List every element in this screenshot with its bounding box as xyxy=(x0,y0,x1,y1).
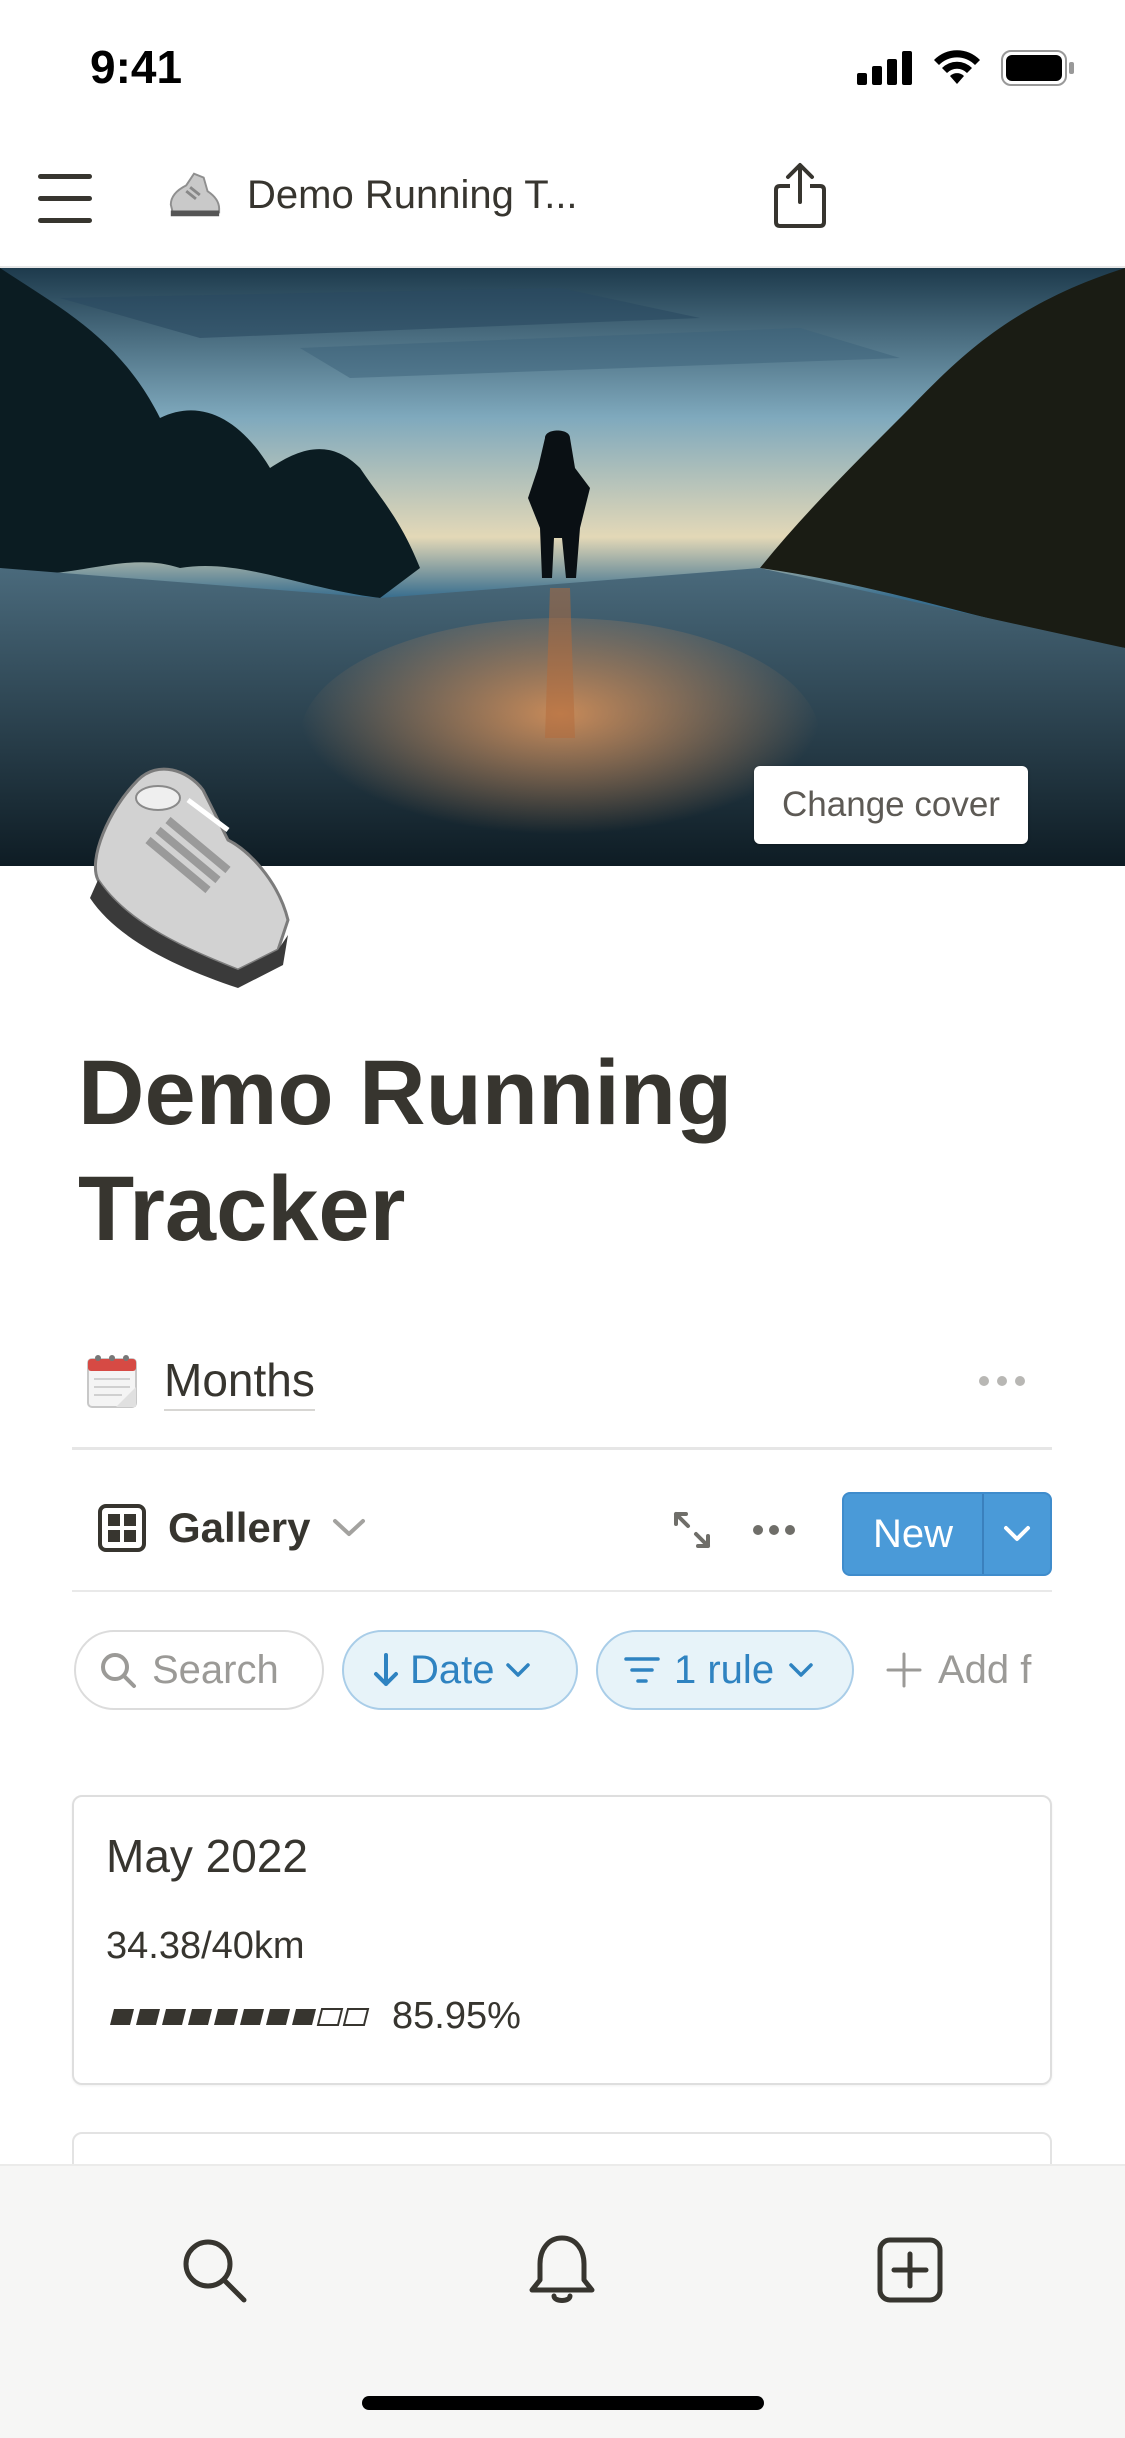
home-indicator xyxy=(362,2396,764,2410)
new-page-icon[interactable] xyxy=(870,2230,950,2310)
chevron-down-icon xyxy=(1004,1526,1030,1541)
chevron-down-icon xyxy=(333,1519,366,1536)
search-icon xyxy=(101,1653,136,1688)
progress-block xyxy=(110,2008,134,2025)
view-label: Gallery xyxy=(168,1504,311,1551)
database-title[interactable]: Months xyxy=(164,1353,315,1411)
filter-rule-chip[interactable]: 1 rule xyxy=(596,1630,854,1710)
card-title: May 2022 xyxy=(106,1830,309,1882)
signal-icon xyxy=(857,51,912,85)
progress-block xyxy=(266,2008,290,2025)
status-icons xyxy=(857,50,1075,86)
plus-icon xyxy=(886,1652,922,1688)
nav-page-title: Demo Running T... xyxy=(247,172,578,217)
running-shoe-icon xyxy=(169,172,221,217)
card-distance: 34.38/40km xyxy=(106,1925,305,1967)
chevron-down-icon xyxy=(789,1663,813,1677)
wifi-icon xyxy=(934,50,980,84)
nav-page-breadcrumb[interactable]: Demo Running T... xyxy=(165,166,578,224)
battery-icon xyxy=(1001,50,1074,86)
progress-block xyxy=(136,2008,160,2025)
more-options-icon[interactable] xyxy=(978,1375,1026,1387)
progress-block xyxy=(240,2008,264,2025)
running-shoe-icon[interactable] xyxy=(78,750,303,990)
top-nav: Demo Running T... xyxy=(0,132,1125,268)
new-button-label[interactable]: New xyxy=(844,1494,984,1574)
database-header: Months xyxy=(72,1335,1052,1450)
progress-block xyxy=(188,2008,212,2025)
progress-block xyxy=(214,2008,238,2025)
progress-block xyxy=(342,2007,370,2026)
view-bar: Gallery New xyxy=(72,1450,1052,1592)
expand-icon[interactable] xyxy=(672,1510,712,1550)
add-filter-chip[interactable]: Add f xyxy=(886,1630,1054,1710)
card-progress-text: 85.95% xyxy=(392,1995,521,2037)
filter-bar: Search Date 1 rule Add f xyxy=(74,1630,1054,1714)
progress-block xyxy=(292,2008,316,2025)
view-switcher[interactable]: Gallery xyxy=(98,1504,366,1552)
new-dropdown-button[interactable] xyxy=(984,1494,1050,1574)
bell-icon[interactable] xyxy=(522,2230,602,2310)
filter-rule-chip-label: 1 rule xyxy=(674,1647,775,1692)
new-button[interactable]: New xyxy=(842,1492,1052,1576)
add-filter-label: Add f xyxy=(938,1647,1032,1692)
search-chip[interactable]: Search xyxy=(74,1630,324,1710)
more-options-icon[interactable] xyxy=(752,1524,796,1536)
search-chip-label: Search xyxy=(152,1647,279,1692)
share-icon[interactable] xyxy=(770,160,830,230)
filter-icon xyxy=(624,1657,660,1683)
sort-chip[interactable]: Date xyxy=(342,1630,578,1710)
menu-icon[interactable] xyxy=(36,172,96,226)
page-title[interactable]: Demo Running Tracker xyxy=(78,1035,978,1267)
status-bar: 9:41 xyxy=(0,0,1125,132)
status-time: 9:41 xyxy=(90,41,183,93)
gallery-icon xyxy=(98,1504,146,1552)
chevron-down-icon xyxy=(505,1663,530,1677)
sort-chip-label: Date xyxy=(410,1647,495,1692)
progress-block xyxy=(162,2008,186,2025)
change-cover-button[interactable]: Change cover xyxy=(754,766,1028,844)
gallery-card[interactable]: May 2022 34.38/40km 85.95% xyxy=(72,1795,1052,2085)
calendar-icon xyxy=(87,1355,137,1408)
progress-bar-icon xyxy=(110,2007,370,2026)
search-icon[interactable] xyxy=(174,2230,254,2310)
card-progress: 85.95% xyxy=(106,1995,521,2038)
arrow-down-icon xyxy=(374,1653,398,1686)
progress-block xyxy=(316,2007,344,2026)
